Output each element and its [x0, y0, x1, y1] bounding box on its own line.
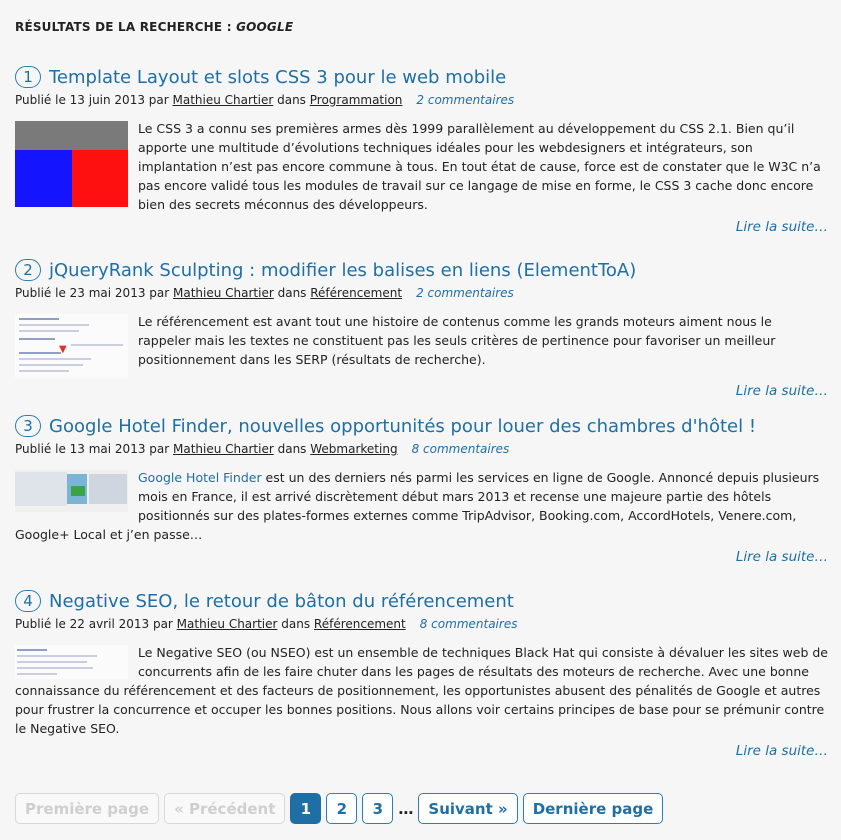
- article-meta: Publié le 13 juin 2013 par Mathieu Chart…: [15, 93, 828, 110]
- article-2: 2 jQueryRank Sculpting : modifier les ba…: [15, 258, 828, 401]
- category-link[interactable]: Webmarketing: [310, 442, 397, 456]
- article-title-link[interactable]: Google Hotel Finder, nouvelles opportuni…: [49, 416, 756, 437]
- article-4: 4 Negative SEO, le retour de bâton du ré…: [15, 589, 828, 761]
- meta-in: dans: [277, 617, 314, 631]
- page-1-button[interactable]: 1: [290, 793, 322, 824]
- article-title-link[interactable]: jQueryRank Sculpting : modifier les bali…: [49, 260, 636, 281]
- meta-in: dans: [273, 286, 311, 300]
- author-link[interactable]: Mathieu Chartier: [173, 286, 274, 300]
- pagination-ellipsis: …: [398, 799, 414, 818]
- result-number: 4: [15, 590, 41, 612]
- article-thumbnail[interactable]: [15, 121, 128, 207]
- result-number: 1: [15, 66, 41, 88]
- comments-link[interactable]: 2 commentaires: [416, 286, 514, 300]
- article-excerpt: Le référencement est avant tout une hist…: [138, 314, 776, 367]
- category-link[interactable]: Programmation: [310, 93, 403, 107]
- author-link[interactable]: Mathieu Chartier: [173, 442, 274, 456]
- search-heading-prefix: RÉSULTATS DE LA RECHERCHE :: [15, 20, 237, 34]
- author-link[interactable]: Mathieu Chartier: [177, 617, 278, 631]
- article-1: 1 Template Layout et slots CSS 3 pour le…: [15, 65, 828, 237]
- search-query: GOOGLE: [236, 20, 294, 34]
- comments-link[interactable]: 2 commentaires: [416, 93, 514, 107]
- article-title-link[interactable]: Negative SEO, le retour de bâton du réfé…: [49, 591, 514, 612]
- article-title-link[interactable]: Template Layout et slots CSS 3 pour le w…: [49, 67, 506, 88]
- meta-in: dans: [273, 93, 310, 107]
- publish-date: Publié le 13 juin 2013 par: [15, 93, 173, 107]
- publish-date: Publié le 13 mai 2013 par: [15, 442, 173, 456]
- page-2-button[interactable]: 2: [326, 793, 358, 824]
- arrow-down-icon: ▼: [59, 344, 67, 355]
- publish-date: Publié le 23 mai 2013 par: [15, 286, 173, 300]
- article-excerpt: Le CSS 3 a connu ses premières armes dès…: [138, 121, 821, 212]
- comments-link[interactable]: 8 commentaires: [412, 442, 510, 456]
- article-thumbnail[interactable]: [15, 470, 128, 512]
- article-meta: Publié le 22 avril 2013 par Mathieu Char…: [15, 617, 828, 634]
- publish-date: Publié le 22 avril 2013 par: [15, 617, 177, 631]
- read-more-link[interactable]: Lire la suite…: [15, 544, 828, 567]
- excerpt-link[interactable]: Google Hotel Finder: [138, 470, 262, 485]
- next-page-button[interactable]: Suivant »: [418, 793, 518, 824]
- meta-in: dans: [273, 442, 311, 456]
- pagination: Première page « Précédent 1 2 3 … Suivan…: [15, 793, 668, 824]
- page-3-button[interactable]: 3: [362, 793, 394, 824]
- read-more-link[interactable]: Lire la suite…: [15, 214, 828, 237]
- result-number: 3: [15, 415, 41, 437]
- category-link[interactable]: Référencement: [314, 617, 406, 631]
- excerpt-text: est un des derniers nés parmi les servic…: [15, 470, 820, 542]
- search-results-heading: RÉSULTATS DE LA RECHERCHE : GOOGLE: [15, 20, 293, 34]
- read-more-link[interactable]: Lire la suite…: [15, 378, 828, 401]
- article-meta: Publié le 23 mai 2013 par Mathieu Charti…: [15, 286, 828, 303]
- article-3: 3 Google Hotel Finder, nouvelles opportu…: [15, 414, 828, 567]
- previous-page-button: « Précédent: [164, 793, 286, 824]
- last-page-button[interactable]: Dernière page: [522, 793, 664, 824]
- read-more-link[interactable]: Lire la suite…: [15, 738, 828, 761]
- article-excerpt: Google Hotel Finder est un des derniers …: [15, 468, 828, 544]
- article-thumbnail[interactable]: ▼: [15, 314, 128, 378]
- first-page-button: Première page: [15, 793, 160, 824]
- article-meta: Publié le 13 mai 2013 par Mathieu Charti…: [15, 442, 828, 459]
- category-link[interactable]: Référencement: [310, 286, 402, 300]
- comments-link[interactable]: 8 commentaires: [420, 617, 518, 631]
- result-number: 2: [15, 259, 41, 281]
- article-thumbnail[interactable]: [15, 645, 128, 679]
- article-excerpt: Le Negative SEO (ou NSEO) est un ensembl…: [15, 645, 828, 736]
- author-link[interactable]: Mathieu Chartier: [173, 93, 274, 107]
